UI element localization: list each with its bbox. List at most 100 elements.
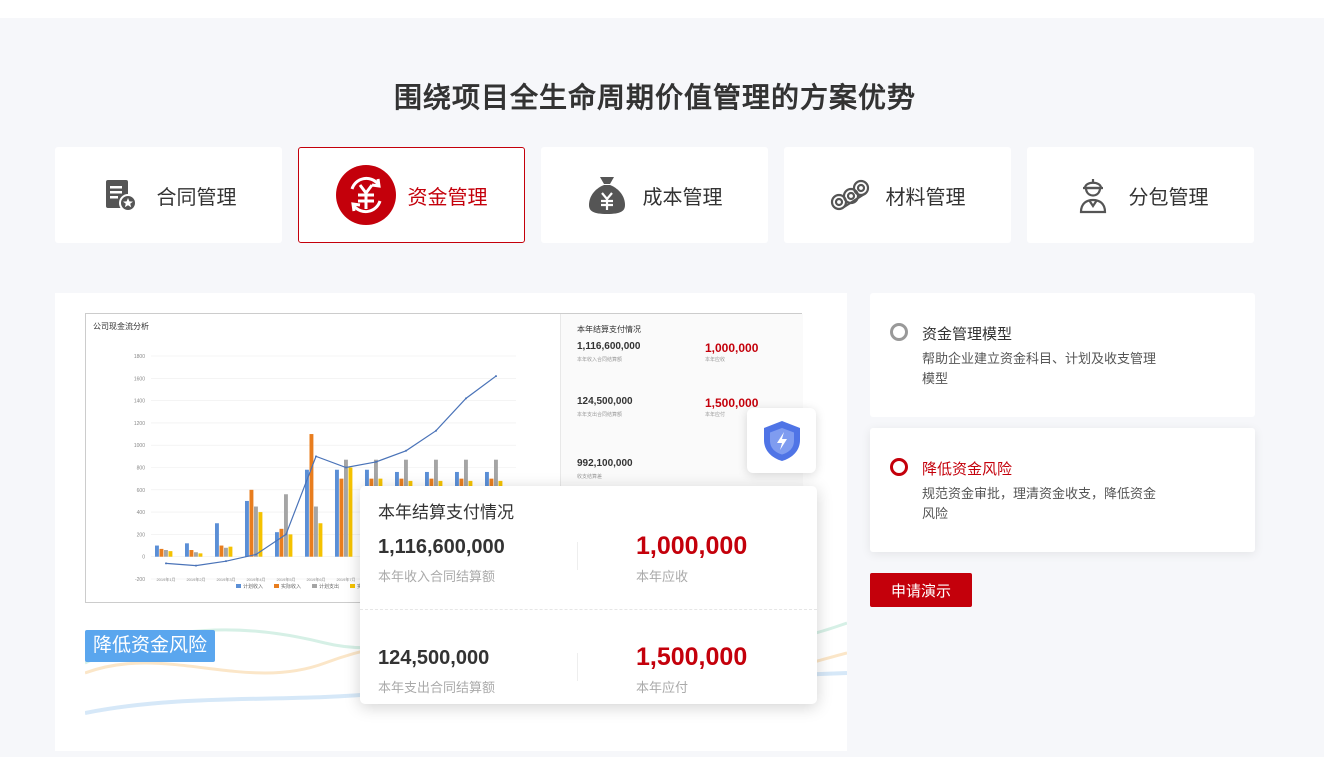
bar xyxy=(348,467,353,557)
bar xyxy=(164,550,168,557)
x-tick-label: 2019年6月 xyxy=(306,576,325,582)
bar xyxy=(159,548,164,557)
legend-label: 实际收入 xyxy=(281,583,301,590)
bar xyxy=(224,547,228,557)
bar xyxy=(284,494,288,557)
bar xyxy=(228,546,233,557)
summary-value: 124,500,000 xyxy=(577,396,633,407)
legend-label: 计划支出 xyxy=(319,583,339,590)
popup-label: 本年应付 xyxy=(636,680,689,695)
bar xyxy=(215,523,219,557)
tab-label: 资金管理 xyxy=(407,186,488,209)
request-demo-button[interactable]: 申请演示 xyxy=(870,573,972,607)
bar xyxy=(155,545,159,557)
legend-label: 计划收入 xyxy=(243,583,263,590)
legend-swatch xyxy=(312,584,317,588)
y-tick-label: 1600 xyxy=(134,376,145,382)
pipes-icon xyxy=(830,175,870,215)
bar xyxy=(194,552,198,557)
risk-badge: 降低资金风险 xyxy=(85,630,216,662)
tab-material-management[interactable]: 材料管理 xyxy=(784,147,1011,243)
x-tick-label: 2019年2月 xyxy=(186,576,205,582)
tab-cost-management[interactable]: 成本管理 xyxy=(541,147,768,243)
bar xyxy=(344,459,348,557)
contract-icon xyxy=(101,175,141,215)
line-point xyxy=(405,449,407,452)
section-title: 围绕项目全生命周期价值管理的方案优势 xyxy=(393,82,916,113)
money-bag-icon xyxy=(587,175,627,215)
legend-swatch xyxy=(350,584,355,588)
summary-label: 本年应收 xyxy=(705,357,726,363)
separator xyxy=(360,609,817,610)
summary-label: 本年支出合同结算额 xyxy=(577,412,623,418)
tab-subcontract-management[interactable]: 分包管理 xyxy=(1027,147,1254,243)
popup-value: 1,116,600,000 xyxy=(378,536,505,558)
tab-label: 分包管理 xyxy=(1128,186,1209,209)
summary-label: 收支结算差 xyxy=(577,474,603,480)
bar xyxy=(275,532,279,557)
separator xyxy=(577,653,578,681)
bar xyxy=(254,506,258,557)
line-point xyxy=(195,564,197,567)
line-point xyxy=(375,460,377,463)
line-point xyxy=(315,455,317,458)
bar xyxy=(185,543,189,557)
radio-icon xyxy=(890,323,908,341)
summary-title: 本年结算支付情况 xyxy=(577,325,641,334)
yuan-exchange-icon xyxy=(335,165,396,225)
shield-bolt-icon xyxy=(747,408,816,473)
line-point xyxy=(285,533,287,536)
bar xyxy=(318,523,323,557)
bar xyxy=(309,434,314,557)
separator xyxy=(577,542,578,570)
line-point xyxy=(165,562,167,565)
feature-description: 帮助企业建立资金科目、计划及收支管理模型 xyxy=(922,351,1157,386)
y-tick-label: 800 xyxy=(137,466,146,472)
feature-title: 降低资金风险 xyxy=(922,461,1013,478)
y-tick-label: -200 xyxy=(135,577,145,583)
popup-value: 1,000,000 xyxy=(636,532,748,560)
settlement-popup: 本年结算支付情况 1,116,600,000 本年收入合同结算额 1,000,0… xyxy=(360,486,817,704)
bar xyxy=(335,469,339,557)
tab-label: 合同管理 xyxy=(156,186,237,209)
x-tick-label: 2019年3月 xyxy=(216,576,235,582)
line-point xyxy=(255,553,257,556)
x-tick-label: 2019年1月 xyxy=(156,576,175,582)
line-point xyxy=(495,375,497,378)
legend-swatch xyxy=(236,584,241,588)
line-point xyxy=(225,560,227,563)
feature-item-risk-reduction[interactable]: 降低资金风险 规范资金审批，理清资金收支，降低资金风险 xyxy=(870,428,1255,552)
tab-contract-management[interactable]: 合同管理 xyxy=(55,147,282,243)
y-tick-label: 1000 xyxy=(134,443,145,449)
radio-icon xyxy=(890,458,908,476)
tab-label: 材料管理 xyxy=(885,186,966,209)
y-tick-label: 0 xyxy=(142,555,145,561)
line-point xyxy=(345,466,347,469)
bar xyxy=(279,528,284,557)
x-tick-label: 2019年5月 xyxy=(276,576,295,582)
summary-label: 本年应付 xyxy=(705,412,726,418)
bar xyxy=(168,551,173,557)
summary-value: 1,000,000 xyxy=(705,341,759,355)
line-point xyxy=(435,429,437,432)
bar xyxy=(339,478,344,557)
bar xyxy=(249,489,254,557)
feature-item-fund-model[interactable]: 资金管理模型 帮助企业建立资金科目、计划及收支管理模型 xyxy=(870,293,1255,417)
bar xyxy=(219,545,224,557)
worker-icon xyxy=(1073,175,1113,215)
feature-description: 规范资金审批，理清资金收支，降低资金风险 xyxy=(922,486,1157,521)
popup-value: 124,500,000 xyxy=(378,647,490,669)
bar xyxy=(245,500,249,557)
popup-value: 1,500,000 xyxy=(636,643,748,671)
summary-row: 1,116,600,000 本年收入合同结算额 1,000,000 本年应收 xyxy=(577,341,797,381)
tab-label: 成本管理 xyxy=(642,186,723,209)
y-tick-label: 1400 xyxy=(134,399,145,405)
summary-label: 本年收入合同结算额 xyxy=(577,357,623,363)
tab-fund-management[interactable]: 资金管理 xyxy=(298,147,525,243)
feature-title: 资金管理模型 xyxy=(922,326,1013,343)
bar xyxy=(189,550,194,557)
bar xyxy=(198,553,203,557)
legend-swatch xyxy=(274,584,279,588)
summary-value: 1,116,600,000 xyxy=(577,341,641,352)
popup-label: 本年收入合同结算额 xyxy=(378,569,496,584)
